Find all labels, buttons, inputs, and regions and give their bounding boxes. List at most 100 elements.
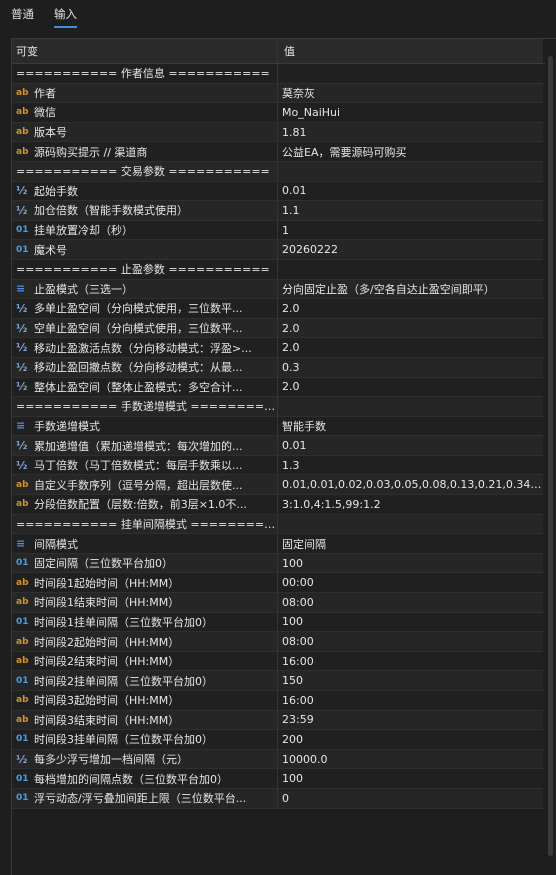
parameter-value-cell[interactable]: 1 bbox=[278, 220, 543, 240]
parameter-name-cell[interactable]: ≡ 手数递增模式 bbox=[12, 416, 278, 436]
parameter-name-cell[interactable]: 01 时间段1挂单间隔（三位数平台加0） bbox=[12, 612, 278, 632]
parameter-name-cell[interactable]: ½ 累加递增值（累加递增模式：每次增加的... bbox=[12, 436, 278, 455]
parameter-name-cell[interactable]: ab 源码购买提示 // 渠道商 bbox=[12, 142, 278, 161]
parameter-value-cell[interactable] bbox=[278, 64, 543, 83]
parameter-row[interactable]: 01 挂单放置冷却（秒） 1 bbox=[12, 220, 556, 241]
parameter-value-cell[interactable]: 150 bbox=[278, 671, 543, 690]
section-separator-row[interactable]: =========== 挂单间隔模式 ==========... bbox=[12, 514, 556, 535]
parameter-value-cell[interactable]: 0.01,0.01,0.02,0.03,0.05,0.08,0.13,0.21,… bbox=[278, 475, 543, 495]
parameter-value-cell[interactable] bbox=[278, 514, 543, 534]
parameter-row[interactable]: ab 自定义手数序列（逗号分隔，超出层数使... 0.01,0.01,0.02,0.… bbox=[12, 475, 556, 496]
parameter-value-cell[interactable]: 10000.0 bbox=[278, 749, 543, 769]
parameter-name-cell[interactable]: ab 分段倍数配置（层数:倍数，前3层×1.0不... bbox=[12, 495, 278, 514]
parameter-value-cell[interactable]: 固定间隔 bbox=[278, 534, 543, 553]
parameter-name-cell[interactable]: ½ 移动止盈回撤点数（分向移动模式：从最... bbox=[12, 357, 278, 377]
parameter-value-cell[interactable]: 分向固定止盈（多/空各自达止盈空间即平） bbox=[278, 279, 543, 299]
parameter-name-cell[interactable]: 01 每档增加的间隔点数（三位数平台加0） bbox=[12, 769, 278, 788]
parameter-name-cell[interactable]: ab 作者 bbox=[12, 83, 278, 103]
parameter-name-cell[interactable]: 01 浮亏动态/浮亏叠加间距上限（三位数平台... bbox=[12, 788, 278, 808]
parameter-name-cell[interactable]: 01 时间段2挂单间隔（三位数平台加0） bbox=[12, 671, 278, 690]
parameter-row[interactable]: ≡ 手数递增模式 智能手数 bbox=[12, 416, 556, 437]
parameter-row[interactable]: ½ 马丁倍数（马丁倍数模式：每层手数乘以... 1.3 bbox=[12, 455, 556, 476]
parameter-value-cell[interactable]: 2.0 bbox=[278, 377, 543, 397]
parameter-value-cell[interactable]: 00:00 bbox=[278, 573, 543, 593]
parameter-value-cell[interactable]: 智能手数 bbox=[278, 416, 543, 436]
parameter-name-cell[interactable]: ½ 加仓倍数（智能手数模式使用） bbox=[12, 201, 278, 220]
parameter-value-cell[interactable]: 0.3 bbox=[278, 357, 543, 377]
parameter-value-cell[interactable]: 1.81 bbox=[278, 122, 543, 142]
parameter-name-cell[interactable]: 01 时间段3挂单间隔（三位数平台加0） bbox=[12, 730, 278, 749]
parameter-row[interactable]: ½ 移动止盈回撤点数（分向移动模式：从最... 0.3 bbox=[12, 357, 556, 378]
parameter-value-cell[interactable]: 莫奈灰 bbox=[278, 83, 543, 103]
parameter-name-cell[interactable]: ½ 起始手数 bbox=[12, 181, 278, 201]
section-separator-row[interactable]: =========== 止盈参数 =========== bbox=[12, 259, 556, 280]
header-variable[interactable]: 可变 bbox=[12, 39, 278, 63]
parameter-value-cell[interactable]: 0 bbox=[278, 788, 543, 808]
parameter-row[interactable]: ab 时间段1起始时间（HH:MM） 00:00 bbox=[12, 573, 556, 594]
parameter-name-cell[interactable]: ab 时间段3起始时间（HH:MM） bbox=[12, 691, 278, 710]
parameter-row[interactable]: ab 时间段2结束时间（HH:MM） 16:00 bbox=[12, 651, 556, 672]
parameter-row[interactable]: ≡ 止盈模式（三选一） 分向固定止盈（多/空各自达止盈空间即平） bbox=[12, 279, 556, 300]
parameter-row[interactable]: ½ 整体止盈空间（整体止盈模式：多空合计... 2.0 bbox=[12, 377, 556, 398]
parameter-row[interactable]: ≡ 间隔模式 固定间隔 bbox=[12, 534, 556, 554]
parameter-name-cell[interactable]: ab 时间段1起始时间（HH:MM） bbox=[12, 573, 278, 593]
parameter-value-cell[interactable] bbox=[278, 397, 543, 416]
parameter-row[interactable]: 01 魔术号 20260222 bbox=[12, 240, 556, 260]
header-value[interactable]: 值 bbox=[278, 39, 543, 63]
parameter-value-cell[interactable]: 1.3 bbox=[278, 455, 543, 475]
vertical-scrollbar[interactable] bbox=[545, 44, 556, 875]
parameter-row[interactable]: ½ 每多少浮亏增加一档间隔（元） 10000.0 bbox=[12, 749, 556, 770]
parameter-value-cell[interactable]: 0.01 bbox=[278, 436, 543, 455]
parameter-row[interactable]: ½ 空单止盈空间（分向模式使用，三位数平... 2.0 bbox=[12, 318, 556, 339]
parameter-name-cell[interactable]: =========== 止盈参数 =========== bbox=[12, 259, 278, 279]
parameter-name-cell[interactable]: ab 时间段1结束时间（HH:MM） bbox=[12, 593, 278, 612]
parameter-row[interactable]: ½ 多单止盈空间（分向模式使用，三位数平... 2.0 bbox=[12, 299, 556, 319]
parameter-row[interactable]: 01 时间段1挂单间隔（三位数平台加0） 100 bbox=[12, 612, 556, 633]
parameter-name-cell[interactable]: =========== 作者信息 =========== bbox=[12, 64, 278, 83]
parameter-row[interactable]: 01 浮亏动态/浮亏叠加间距上限（三位数平台... 0 bbox=[12, 788, 556, 809]
tab-general[interactable]: 普通 bbox=[11, 6, 34, 28]
parameter-name-cell[interactable]: ab 时间段3结束时间（HH:MM） bbox=[12, 710, 278, 730]
parameter-row[interactable]: ab 作者 莫奈灰 bbox=[12, 83, 556, 104]
parameter-row[interactable]: ½ 累加递增值（累加递增模式：每次增加的... 0.01 bbox=[12, 436, 556, 456]
parameter-name-cell[interactable]: ≡ 间隔模式 bbox=[12, 534, 278, 553]
parameter-name-cell[interactable]: ab 版本号 bbox=[12, 122, 278, 142]
parameter-name-cell[interactable]: ab 自定义手数序列（逗号分隔，超出层数使... bbox=[12, 475, 278, 495]
parameter-value-cell[interactable]: 100 bbox=[278, 769, 543, 788]
parameter-row[interactable]: 01 固定间隔（三位数平台加0） 100 bbox=[12, 553, 556, 574]
parameter-value-cell[interactable] bbox=[278, 259, 543, 279]
parameter-name-cell[interactable]: 01 挂单放置冷却（秒） bbox=[12, 220, 278, 240]
parameter-value-cell[interactable]: 08:00 bbox=[278, 593, 543, 612]
parameter-name-cell[interactable]: 01 固定间隔（三位数平台加0） bbox=[12, 553, 278, 573]
parameter-row[interactable]: ab 微信 Mo_NaiHui bbox=[12, 103, 556, 123]
parameter-name-cell[interactable]: ab 时间段2结束时间（HH:MM） bbox=[12, 651, 278, 671]
parameter-value-cell[interactable]: 20260222 bbox=[278, 240, 543, 259]
parameter-value-cell[interactable]: 3:1.0,4:1.5,99:1.2 bbox=[278, 495, 543, 514]
parameter-row[interactable]: ab 分段倍数配置（层数:倍数，前3层×1.0不... 3:1.0,4:1.5,99… bbox=[12, 495, 556, 515]
parameter-row[interactable]: ab 时间段3起始时间（HH:MM） 16:00 bbox=[12, 691, 556, 711]
parameter-value-cell[interactable]: 16:00 bbox=[278, 651, 543, 671]
parameter-row[interactable]: ½ 加仓倍数（智能手数模式使用） 1.1 bbox=[12, 201, 556, 221]
parameter-value-cell[interactable]: 23:59 bbox=[278, 710, 543, 730]
parameter-name-cell[interactable]: ab 时间段2起始时间（HH:MM） bbox=[12, 632, 278, 651]
parameter-name-cell[interactable]: ½ 马丁倍数（马丁倍数模式：每层手数乘以... bbox=[12, 455, 278, 475]
parameter-name-cell[interactable]: ½ 空单止盈空间（分向模式使用，三位数平... bbox=[12, 318, 278, 338]
parameter-name-cell[interactable]: =========== 交易参数 =========== bbox=[12, 161, 278, 181]
parameter-value-cell[interactable]: 08:00 bbox=[278, 632, 543, 651]
parameter-row[interactable]: 01 每档增加的间隔点数（三位数平台加0） 100 bbox=[12, 769, 556, 789]
parameter-name-cell[interactable]: ≡ 止盈模式（三选一） bbox=[12, 279, 278, 299]
parameter-value-cell[interactable]: 100 bbox=[278, 553, 543, 573]
parameter-value-cell[interactable]: 2.0 bbox=[278, 318, 543, 338]
section-separator-row[interactable]: =========== 作者信息 =========== bbox=[12, 64, 556, 84]
parameter-row[interactable]: ab 源码购买提示 // 渠道商 公益EA，需要源码可购买 bbox=[12, 142, 556, 162]
parameter-value-cell[interactable]: 100 bbox=[278, 612, 543, 632]
parameter-value-cell[interactable] bbox=[278, 161, 543, 181]
parameter-value-cell[interactable]: Mo_NaiHui bbox=[278, 103, 543, 122]
parameter-name-cell[interactable]: ½ 每多少浮亏增加一档间隔（元） bbox=[12, 749, 278, 769]
parameter-name-cell[interactable]: ½ 整体止盈空间（整体止盈模式：多空合计... bbox=[12, 377, 278, 397]
parameter-value-cell[interactable]: 公益EA，需要源码可购买 bbox=[278, 142, 543, 161]
parameter-value-cell[interactable]: 16:00 bbox=[278, 691, 543, 710]
parameter-row[interactable]: 01 时间段3挂单间隔（三位数平台加0） 200 bbox=[12, 730, 556, 750]
parameter-name-cell[interactable]: ½ 移动止盈激活点数（分向移动模式：浮盈>... bbox=[12, 338, 278, 357]
tab-inputs[interactable]: 输入 bbox=[54, 6, 77, 28]
